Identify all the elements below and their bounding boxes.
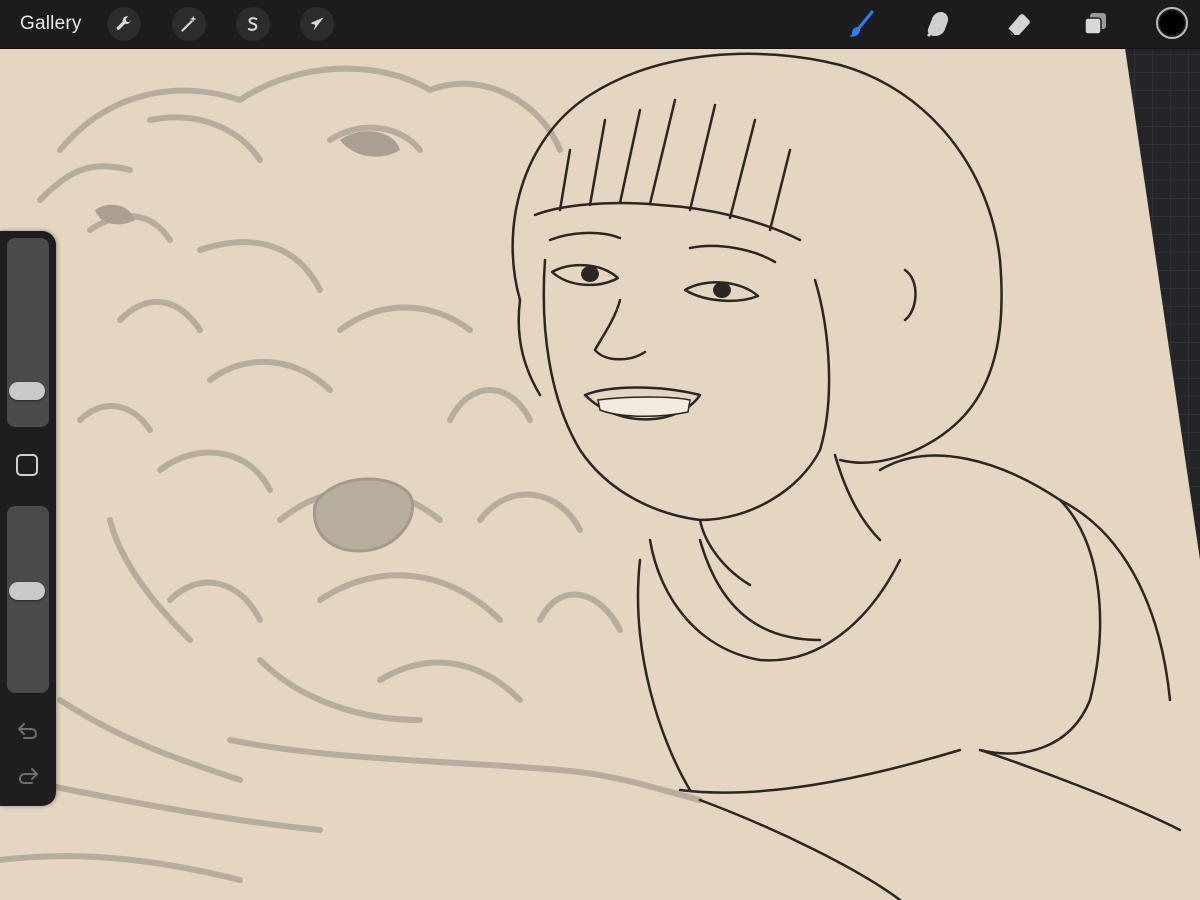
brush-size-thumb[interactable] (9, 381, 45, 400)
redo-arrow-icon (18, 768, 38, 784)
arrow-cursor-icon (310, 17, 324, 31)
brush-icon (849, 10, 874, 37)
wrench-icon (116, 16, 131, 30)
current-color-fill (1160, 11, 1184, 35)
drawing-canvas[interactable] (0, 0, 1200, 900)
girl-eye-right-pupil (713, 282, 731, 298)
eraser-icon (1007, 14, 1030, 36)
modify-button[interactable] (16, 454, 38, 476)
magic-wand-icon (181, 15, 197, 32)
top-toolbar: Gallery (0, 0, 1200, 49)
actions-button[interactable] (107, 7, 141, 41)
layers-icon (1084, 13, 1106, 35)
color-picker-button[interactable] (1156, 7, 1188, 39)
layers-button[interactable] (1077, 6, 1113, 42)
transform-button[interactable] (300, 7, 334, 41)
brush-tool-button[interactable] (843, 6, 879, 42)
eraser-tool-button[interactable] (1000, 6, 1036, 42)
brush-opacity-slider[interactable] (7, 506, 49, 693)
gallery-button[interactable]: Gallery (20, 12, 82, 36)
girl-teeth (597, 396, 691, 417)
undo-button[interactable] (14, 717, 42, 745)
smudge-finger-icon (926, 12, 949, 38)
adjustments-button[interactable] (172, 7, 206, 41)
girl-eye-left-pupil (581, 266, 599, 282)
selection-s-icon (247, 17, 258, 31)
brush-size-slider[interactable] (7, 238, 49, 427)
smudge-tool-button[interactable] (920, 6, 956, 42)
selection-button[interactable] (236, 7, 270, 41)
undo-arrow-icon (18, 723, 38, 739)
brush-opacity-thumb[interactable] (9, 582, 45, 601)
redo-button[interactable] (14, 762, 42, 790)
left-sidebar (0, 231, 56, 806)
